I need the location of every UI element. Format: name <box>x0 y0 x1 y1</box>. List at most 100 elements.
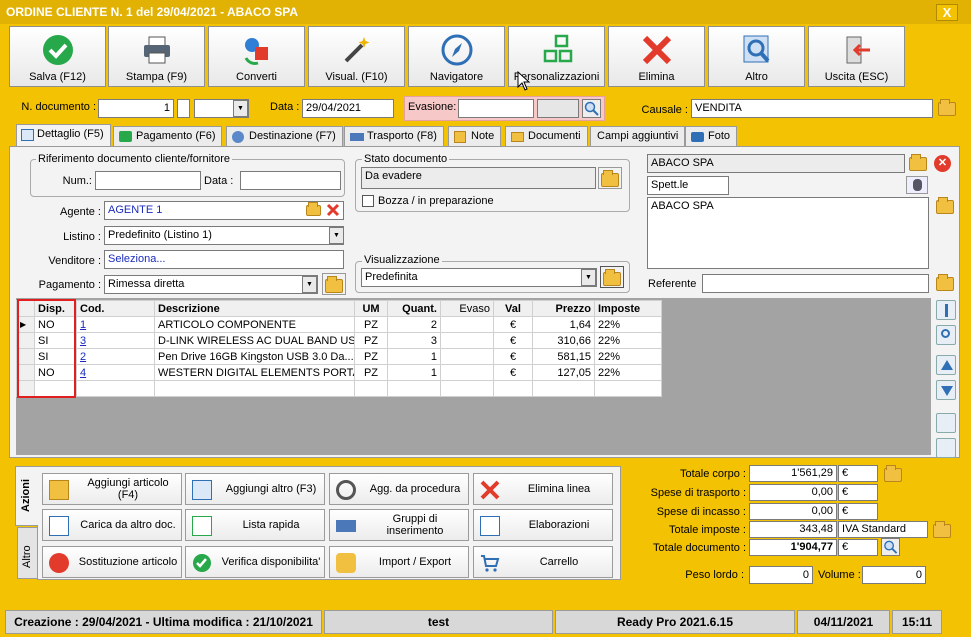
spett-input[interactable]: Spett.le <box>647 176 729 195</box>
num-input[interactable] <box>95 171 201 190</box>
agente-clear-icon[interactable] <box>325 202 341 218</box>
visualizzazione-button[interactable] <box>600 266 624 288</box>
replace-article-button[interactable]: Sostituzione articolo <box>42 546 182 578</box>
agente-folder-icon[interactable] <box>306 202 321 216</box>
referente-folder-icon[interactable] <box>936 274 954 291</box>
status-created: Creazione : 29/04/2021 - Ultima modifica… <box>5 610 322 634</box>
search-icon[interactable] <box>936 325 956 345</box>
cell-cod-link[interactable]: 3 <box>76 332 155 349</box>
delete-line-button[interactable]: Elimina linea <box>473 473 613 505</box>
ndoc-input[interactable]: 1 <box>98 99 174 118</box>
table-row-empty[interactable] <box>16 380 662 397</box>
evasione-input[interactable] <box>458 99 534 118</box>
side-tab-altro[interactable]: Altro <box>17 527 38 579</box>
cell-cod-link[interactable]: 2 <box>76 348 155 365</box>
agg-procedura-button[interactable]: Agg. da procedura <box>329 473 469 505</box>
iva-type[interactable]: IVA Standard <box>838 521 928 538</box>
ndoc-suffix-input[interactable] <box>177 99 190 118</box>
grid-header-imposte[interactable]: Imposte <box>594 300 662 317</box>
visualizzazione-chevron-icon[interactable]: ▼ <box>581 269 596 286</box>
grid-header-descrizione[interactable]: Descrizione <box>154 300 355 317</box>
grid-header-cod[interactable]: Cod. <box>76 300 155 317</box>
grid-header-val[interactable]: Val <box>493 300 533 317</box>
rif-data-input[interactable] <box>240 171 341 190</box>
referente-input[interactable] <box>702 274 929 293</box>
convert-button[interactable]: Converti <box>208 26 305 87</box>
evasione-zoom-button[interactable] <box>582 99 601 118</box>
data-input[interactable]: 29/04/2021 <box>302 99 394 118</box>
num-label: Num.: <box>62 175 92 187</box>
navigator-button[interactable]: Navigatore <box>408 26 505 87</box>
delete-button[interactable]: Elimina <box>608 26 705 87</box>
cell-cod-link[interactable]: 1 <box>76 316 155 333</box>
tab-documenti[interactable]: Documenti <box>505 126 588 147</box>
insert-group-button[interactable]: Gruppi di inserimento <box>329 509 469 541</box>
grid-header-quant[interactable]: Quant. <box>387 300 441 317</box>
stato-button[interactable] <box>598 167 622 189</box>
add-other-button[interactable]: Aggiungi altro (F3) <box>185 473 325 505</box>
tab-campi-aggiuntivi[interactable]: Campi aggiuntivi <box>590 126 686 147</box>
table-row[interactable]: NO 4 WESTERN DIGITAL ELEMENTS PORTA... P… <box>16 364 662 381</box>
pagamento-button[interactable] <box>322 273 346 295</box>
sort-updown-icon[interactable] <box>936 300 956 320</box>
tab-dettaglio[interactable]: Dettaglio (F5) <box>16 124 111 147</box>
table-row[interactable]: SI 3 D-LINK WIRELESS AC DUAL BAND US... … <box>16 332 662 349</box>
tab-destinazione[interactable]: Destinazione (F7) <box>226 126 343 147</box>
cart-button[interactable]: Carrello <box>473 546 613 578</box>
address-folder-icon[interactable] <box>936 197 954 214</box>
peso-lordo-input[interactable]: 0 <box>749 566 813 584</box>
volume-input[interactable]: 0 <box>862 566 926 584</box>
visual-button[interactable]: Visual. (F10) <box>308 26 405 87</box>
exit-button[interactable]: Uscita (ESC) <box>808 26 905 87</box>
pagamento-chevron-icon[interactable]: ▼ <box>302 276 317 293</box>
causale-folder-icon[interactable] <box>938 99 956 116</box>
cell-cod-link[interactable]: 4 <box>76 364 155 381</box>
other-button[interactable]: Altro <box>708 26 805 87</box>
side-tab-azioni[interactable]: Azioni <box>15 466 38 526</box>
contact-card-button[interactable] <box>906 176 928 194</box>
tab-foto[interactable]: Foto <box>685 126 738 147</box>
status-user: test <box>324 610 553 634</box>
spese-trasporto-value[interactable]: 0,00 <box>749 484 837 501</box>
spese-incasso-value[interactable]: 0,00 <box>749 503 837 520</box>
cliente-remove-icon[interactable]: ✕ <box>934 155 951 172</box>
venditore-input[interactable]: Seleziona... <box>104 250 344 269</box>
close-button[interactable]: X <box>936 4 958 21</box>
listino-select[interactable]: Predefinito (Listino 1) <box>104 226 344 245</box>
quick-list-button[interactable]: Lista rapida <box>185 509 325 541</box>
print-button[interactable]: Stampa (F9) <box>108 26 205 87</box>
visualizzazione-select[interactable]: Predefinita <box>361 268 597 287</box>
tab-pagamento[interactable]: Pagamento (F6) <box>113 126 223 147</box>
move-down-icon[interactable] <box>936 380 956 400</box>
grid-header-prezzo[interactable]: Prezzo <box>532 300 595 317</box>
paste-icon[interactable] <box>936 438 956 458</box>
bozza-checkbox[interactable] <box>362 195 374 207</box>
move-up-icon[interactable] <box>936 355 956 375</box>
causale-input[interactable]: VENDITA <box>691 99 933 118</box>
grid-header-um[interactable]: UM <box>354 300 388 317</box>
totale-corpo-folder-icon[interactable] <box>884 465 902 482</box>
process-button[interactable]: Elaborazioni <box>473 509 613 541</box>
tab-trasporto[interactable]: Trasporto (F8) <box>344 126 444 147</box>
other-label: Altro <box>745 71 768 83</box>
articles-grid[interactable]: Disp. Cod. Descrizione UM Quant. Evaso V… <box>16 300 662 397</box>
save-button[interactable]: Salva (F12) <box>9 26 106 87</box>
pagamento-select[interactable]: Rimessa diretta <box>104 275 318 294</box>
import-export-button[interactable]: Import / Export <box>329 546 469 578</box>
import-export-label: Import / Export <box>378 556 452 568</box>
cliente-folder-icon[interactable] <box>909 154 927 171</box>
listino-chevron-icon[interactable]: ▼ <box>329 227 344 244</box>
add-article-button[interactable]: Aggiungi articolo (F4) <box>42 473 182 505</box>
copy-icon[interactable] <box>936 413 956 433</box>
verify-button[interactable]: Verifica disponibilita' <box>185 546 325 578</box>
tab-campi-label: Campi aggiuntivi <box>597 130 679 142</box>
iva-folder-icon[interactable] <box>933 521 951 538</box>
table-row[interactable]: SI 2 Pen Drive 16GB Kingston USB 3.0 Da.… <box>16 348 662 365</box>
tab-note[interactable]: Note <box>448 126 502 147</box>
table-row[interactable]: ▶ NO 1 ARTICOLO COMPONENTE PZ 2 € 1,64 2… <box>16 316 662 333</box>
grid-header-evaso[interactable]: Evaso <box>440 300 494 317</box>
load-doc-button[interactable]: Carica da altro doc. <box>42 509 182 541</box>
cliente-address[interactable]: ABACO SPA <box>647 197 929 269</box>
totale-zoom-button[interactable] <box>881 538 900 556</box>
chevron-down-icon[interactable]: ▼ <box>233 100 248 117</box>
